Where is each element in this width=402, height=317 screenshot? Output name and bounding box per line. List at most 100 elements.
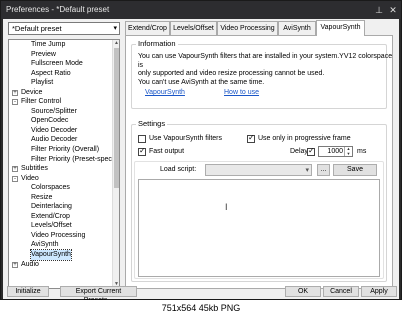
vapoursynth-panel: Information You can use VapourSynth filt… [125,35,393,289]
tree-item[interactable]: Preview [9,50,119,60]
window-title: Preferences - *Default preset [6,5,110,14]
save-button[interactable]: Save [333,164,377,176]
tree-item-label: Playlist [31,79,54,87]
browse-button[interactable]: ... [317,164,330,176]
vapoursynth-link[interactable]: VapourSynth [145,89,185,96]
tree-item[interactable]: - Filter Control [9,97,119,107]
tree-item[interactable]: Deinterlacing [9,202,119,212]
tree-item-label: Levels/Offset [31,222,72,230]
tree-items: Time Jump Preview Fullscreen Mode Aspect Ra… [9,40,119,269]
script-area: Load script: ▾ ... Save I [134,161,384,279]
tree-item-label: Preview [31,50,56,58]
tab-avisynth[interactable]: AviSynth [278,21,316,35]
tree-item-label: Filter Priority (Overall) [31,146,100,154]
dialog-client: *Default preset ▾ Time Jump Preview Fullsc… [3,19,399,304]
tree-item-label: Colorspaces [31,184,70,192]
scroll-thumb[interactable] [114,48,119,188]
tree-item-label: AviSynth [31,241,59,249]
tree-item[interactable]: + Subtitles [9,164,119,174]
preset-dropdown[interactable]: *Default preset ▾ [8,22,120,35]
tree-item[interactable]: + Device [9,88,119,98]
information-title: Information [136,39,178,48]
load-script-dropdown[interactable]: ▾ [205,164,312,176]
tree-item[interactable]: Filter Priority (Overall) [9,145,119,155]
tree-item[interactable]: + Audio [9,260,119,270]
tree-item-label: Aspect Ratio [31,69,71,77]
tree-item-label: VapourSynth [30,249,72,261]
tree-item[interactable]: Video Processing [9,231,119,241]
tree-item[interactable]: Filter Priority (Preset-specific) [9,155,119,165]
tree-item[interactable]: AviSynth [9,240,119,250]
settings-tree[interactable]: Time Jump Preview Fullscreen Mode Aspect Ra… [8,39,120,289]
tree-item[interactable]: - Video [9,174,119,184]
tree-item-label: Time Jump [31,41,66,48]
use-vapoursynth-checkbox[interactable] [138,135,146,143]
apply-button[interactable]: Apply [361,286,397,297]
text-cursor-icon: I [225,202,228,212]
delay-value: 1000 [327,148,343,155]
pin-icon[interactable]: ⊥ [373,4,385,16]
collapse-icon[interactable]: - [12,99,18,106]
tree-item-label: Audio Decoder [31,136,78,144]
tree-item[interactable]: Time Jump [9,40,119,50]
scroll-up-icon[interactable]: ▲ [113,40,119,47]
tree-item-label: Resize [31,193,53,201]
expand-icon[interactable]: + [12,261,18,268]
tree-item[interactable]: Colorspaces [9,183,119,193]
tree-item-label: Audio [21,260,39,268]
fast-output-label: Fast output [149,148,185,155]
information-group: Information You can use VapourSynth filt… [131,39,392,109]
collapse-icon[interactable]: - [12,175,18,182]
tree-item[interactable]: Source/Splitter [9,107,119,117]
tab-vapoursynth[interactable]: VapourSynth [316,20,365,36]
tree-item-label: Video Decoder [31,126,78,134]
image-caption: 751x564 45kb PNG [0,300,402,317]
close-icon[interactable]: ✕ [387,4,399,16]
delay-label: Delay [290,148,308,155]
tree-item[interactable]: Playlist [9,78,119,88]
delay-checkbox[interactable] [307,146,315,156]
tree-item[interactable]: Extend/Crop [9,212,119,222]
tab-extend-crop[interactable]: Extend/Crop [125,21,170,35]
tree-item-label: Device [21,88,43,96]
tree-item[interactable]: Audio Decoder [9,135,119,145]
tree-item-label: Subtitles [21,165,48,173]
cancel-button[interactable]: Cancel [323,286,359,297]
tab-levels-offset[interactable]: Levels/Offset [170,21,217,35]
tree-item-label: Extend/Crop [31,212,70,220]
tree-item[interactable]: Resize [9,193,119,203]
initialize-button[interactable]: Initialize [7,286,49,297]
how-to-use-link[interactable]: How to use [224,89,259,96]
tree-item-label: Fullscreen Mode [31,60,83,68]
tree-item-label: Source/Splitter [31,107,77,115]
progressive-only-checkbox[interactable] [247,133,255,143]
expand-icon[interactable]: + [12,89,18,96]
delay-input[interactable]: 1000 ▲ ▼ [318,146,353,157]
ok-button[interactable]: OK [285,286,321,297]
tree-item[interactable]: Aspect Ratio [9,69,119,79]
delay-unit: ms [357,148,367,155]
script-editor[interactable]: I [138,179,380,277]
delay-spinner[interactable]: ▲ ▼ [344,146,352,156]
chevron-down-icon: ▾ [305,167,309,174]
settings-title: Settings [136,119,168,128]
preferences-window: Preferences - *Default preset ⊥ ✕ *Defau… [0,0,402,304]
tree-item[interactable]: Video Decoder [9,126,119,136]
export-presets-button[interactable]: Export Current Presets... [60,286,137,304]
tree-item[interactable]: Fullscreen Mode [9,59,119,69]
load-script-label: Load script: [160,166,197,173]
tree-item-label: Filter Priority (Preset-specific) [31,155,120,163]
expand-icon[interactable]: + [12,166,18,173]
fast-output-checkbox[interactable] [138,146,146,156]
preset-value: *Default preset [12,24,62,33]
tree-item-label: Filter Control [21,98,62,106]
chevron-down-icon: ▾ [113,25,117,32]
tree-item-label: Video Processing [31,231,86,239]
tree-item[interactable]: VapourSynth [9,249,119,261]
tab-video-processing[interactable]: Video Processing [217,21,278,35]
progressive-only-label: Use only in progressive frame [258,135,351,142]
tree-item[interactable]: OpenCodec [9,116,119,126]
tree-item-label: Video [21,174,39,182]
tree-item[interactable]: Levels/Offset [9,221,119,231]
tree-scrollbar[interactable]: ▲ ▼ [112,40,119,288]
